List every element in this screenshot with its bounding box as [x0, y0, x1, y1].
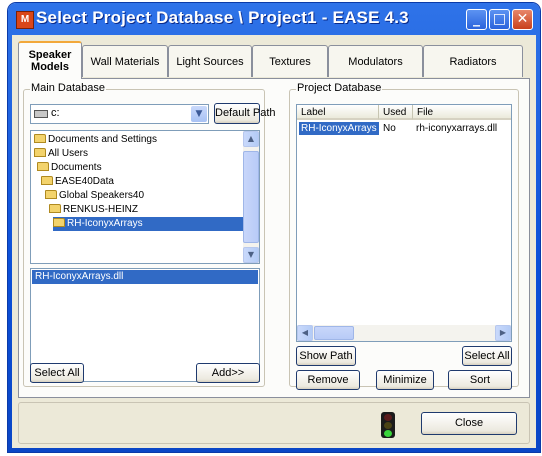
- tab-modulators[interactable]: Modulators: [328, 45, 423, 77]
- project-database-group: Project Database Label Used File RH-Icon…: [289, 82, 519, 390]
- maximize-icon: □: [492, 11, 507, 27]
- tree-item-label: RH-IconyxArrays: [67, 218, 143, 229]
- tree-item-label: Global Speakers40: [59, 190, 145, 201]
- select-all-main-button[interactable]: Select All: [30, 363, 84, 383]
- tree-item-label: Documents and Settings: [48, 134, 157, 145]
- close-button[interactable]: Close: [421, 412, 517, 435]
- scroll-up-icon[interactable]: ▲: [243, 131, 259, 147]
- tree-item[interactable]: Global Speakers40: [45, 189, 144, 203]
- project-table[interactable]: Label Used File RH-IconyxArrays No rh-ic…: [296, 104, 512, 342]
- tree-item[interactable]: EASE40Data: [41, 175, 114, 189]
- tree-scrollbar[interactable]: ▲ ▼: [243, 131, 259, 263]
- tree-item-label: EASE40Data: [55, 176, 114, 187]
- scroll-down-icon[interactable]: ▼: [243, 247, 259, 263]
- window-title: Select Project Database \ Project1 - EAS…: [36, 8, 409, 27]
- minimize-icon: _: [473, 11, 480, 27]
- tab-label: Speaker: [28, 49, 72, 61]
- tree-item-label: Documents: [51, 162, 102, 173]
- tab-label: Light Sources: [176, 55, 244, 68]
- tree-item[interactable]: Documents and Settings: [34, 133, 157, 147]
- tree-item-label: RENKUS-HEINZ: [63, 204, 139, 215]
- yellow-lamp: [384, 422, 392, 429]
- open-folder-icon: [53, 218, 65, 227]
- title-bar[interactable]: M Select Project Database \ Project1 - E…: [8, 3, 540, 35]
- scroll-thumb[interactable]: [243, 151, 259, 243]
- folder-icon: [34, 148, 46, 157]
- folder-icon: [41, 176, 53, 185]
- table-cell-label[interactable]: RH-IconyxArrays: [299, 122, 379, 135]
- folder-icon: [37, 162, 49, 171]
- default-path-button[interactable]: Default Path: [214, 103, 276, 124]
- dialog-window: M Select Project Database \ Project1 - E…: [8, 3, 540, 452]
- folder-icon: [45, 190, 57, 199]
- tab-panel-speaker-models: Main Database c: ▼ Default Path Document…: [18, 78, 530, 398]
- remove-button[interactable]: Remove: [296, 370, 360, 390]
- tab-wall-materials[interactable]: Wall Materials: [82, 45, 168, 77]
- tab-radiators[interactable]: Radiators: [423, 45, 523, 77]
- drive-value: c:: [51, 107, 60, 119]
- traffic-light-icon: [381, 412, 395, 438]
- tab-light-sources[interactable]: Light Sources: [168, 45, 252, 77]
- sort-button[interactable]: Sort: [448, 370, 512, 390]
- tab-label: Modulators: [348, 55, 403, 68]
- add-button[interactable]: Add>>: [196, 363, 260, 383]
- minimize-button[interactable]: _: [466, 9, 487, 30]
- close-icon: ✕: [516, 11, 529, 27]
- folder-icon: [34, 134, 46, 143]
- tree-item[interactable]: All Users: [34, 147, 88, 161]
- maximize-button[interactable]: □: [489, 9, 510, 30]
- tree-item-selected[interactable]: RH-IconyxArrays: [53, 217, 243, 231]
- select-all-project-button[interactable]: Select All: [462, 346, 512, 366]
- column-header-label[interactable]: Label: [297, 105, 379, 120]
- tab-label: Radiators: [449, 55, 497, 68]
- scroll-left-icon[interactable]: ◀: [297, 325, 313, 341]
- chevron-down-icon[interactable]: ▼: [191, 106, 207, 122]
- dialog-client: Speaker Models Wall Materials Light Sour…: [12, 35, 536, 448]
- tree-item[interactable]: Documents: [37, 161, 102, 175]
- column-header-file[interactable]: File: [413, 105, 511, 120]
- tab-label: Textures: [269, 55, 311, 68]
- tree-item-label: All Users: [48, 148, 89, 159]
- table-cell-file: rh-iconyxarrays.dll: [416, 123, 498, 134]
- table-hscrollbar[interactable]: ◀ ▶: [297, 325, 511, 341]
- list-item[interactable]: RH-IconyxArrays.dll: [32, 270, 258, 284]
- column-header-used[interactable]: Used: [379, 105, 413, 120]
- tab-label: Wall Materials: [90, 55, 160, 68]
- drive-select[interactable]: c: ▼: [30, 104, 209, 124]
- show-path-button[interactable]: Show Path: [296, 346, 356, 366]
- tab-speaker-models[interactable]: Speaker Models: [18, 41, 82, 79]
- scroll-right-icon[interactable]: ▶: [495, 325, 511, 341]
- table-cell-used: No: [383, 123, 396, 134]
- project-database-label: Project Database: [296, 82, 383, 94]
- tab-label: Models: [31, 61, 69, 73]
- footer-bar: Close: [18, 402, 530, 444]
- drive-icon: [34, 110, 48, 118]
- folder-icon: [49, 204, 61, 213]
- tab-textures[interactable]: Textures: [252, 45, 328, 77]
- main-database-label: Main Database: [30, 82, 106, 94]
- green-lamp: [384, 430, 392, 437]
- close-window-button[interactable]: ✕: [512, 9, 533, 30]
- folder-tree[interactable]: Documents and Settings All Users Documen…: [30, 130, 260, 264]
- scroll-thumb[interactable]: [314, 326, 354, 340]
- red-lamp: [384, 414, 392, 421]
- minimize-button-db[interactable]: Minimize: [376, 370, 434, 390]
- main-database-group: Main Database c: ▼ Default Path Document…: [23, 82, 276, 387]
- tree-item[interactable]: RENKUS-HEINZ: [49, 203, 138, 217]
- ease-app-icon[interactable]: M: [16, 11, 34, 29]
